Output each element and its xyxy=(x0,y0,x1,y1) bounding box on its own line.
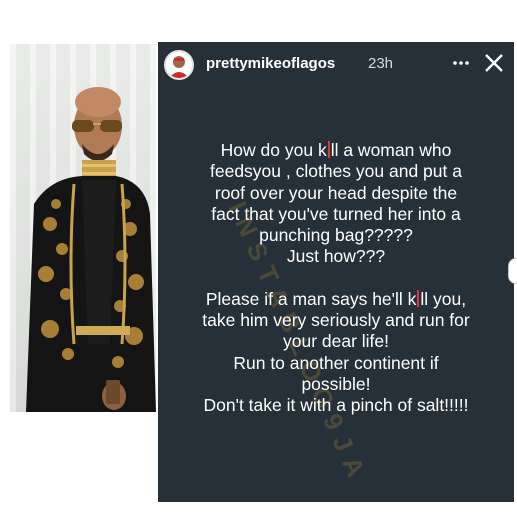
story-line: Just how??? xyxy=(286,246,386,267)
man-in-embroidered-jacket-image xyxy=(26,87,156,412)
paragraph-2: Please if a man says he'll k ll you, take … xyxy=(162,289,510,417)
story-line: fact that you've turned her into a xyxy=(211,203,461,224)
avatar[interactable] xyxy=(164,50,194,80)
paragraph-1: How do you k ll a woman who feedsyou , clo… xyxy=(162,140,510,268)
story-line: roof over your head despite the xyxy=(214,182,458,203)
story-line: possible! xyxy=(301,373,371,394)
story-viewer[interactable]: prettymikeoflagos 23h INSTABLOG9JA How d… xyxy=(158,42,514,502)
next-story-peek[interactable] xyxy=(508,258,517,284)
story-line: punching bag????? xyxy=(259,225,413,246)
username[interactable]: prettymikeoflagos xyxy=(206,55,335,72)
story-line: your dear life! xyxy=(282,331,390,352)
story-text: How do you k ll a woman who feedsyou , clo… xyxy=(162,140,510,417)
censor-mark xyxy=(417,289,420,307)
profile-photo xyxy=(10,44,156,412)
story-line: Please if a man says he'll k ll you, xyxy=(205,288,467,309)
story-line: Don't take it with a pinch of salt!!!!! xyxy=(203,395,469,416)
story-header: prettymikeoflagos 23h xyxy=(158,42,514,90)
timestamp: 23h xyxy=(368,55,394,72)
story-line: take him very seriously and run for xyxy=(202,310,470,331)
more-horizontal-icon[interactable] xyxy=(448,52,474,74)
profile-avatar-icon xyxy=(169,56,189,78)
story-line: Run to another continent if xyxy=(233,352,439,373)
story-line: How do you k ll a woman who xyxy=(220,140,452,160)
censor-mark xyxy=(327,141,330,158)
story-line: feedsyou , clothes you and put a xyxy=(210,161,462,182)
close-icon[interactable] xyxy=(483,52,505,74)
